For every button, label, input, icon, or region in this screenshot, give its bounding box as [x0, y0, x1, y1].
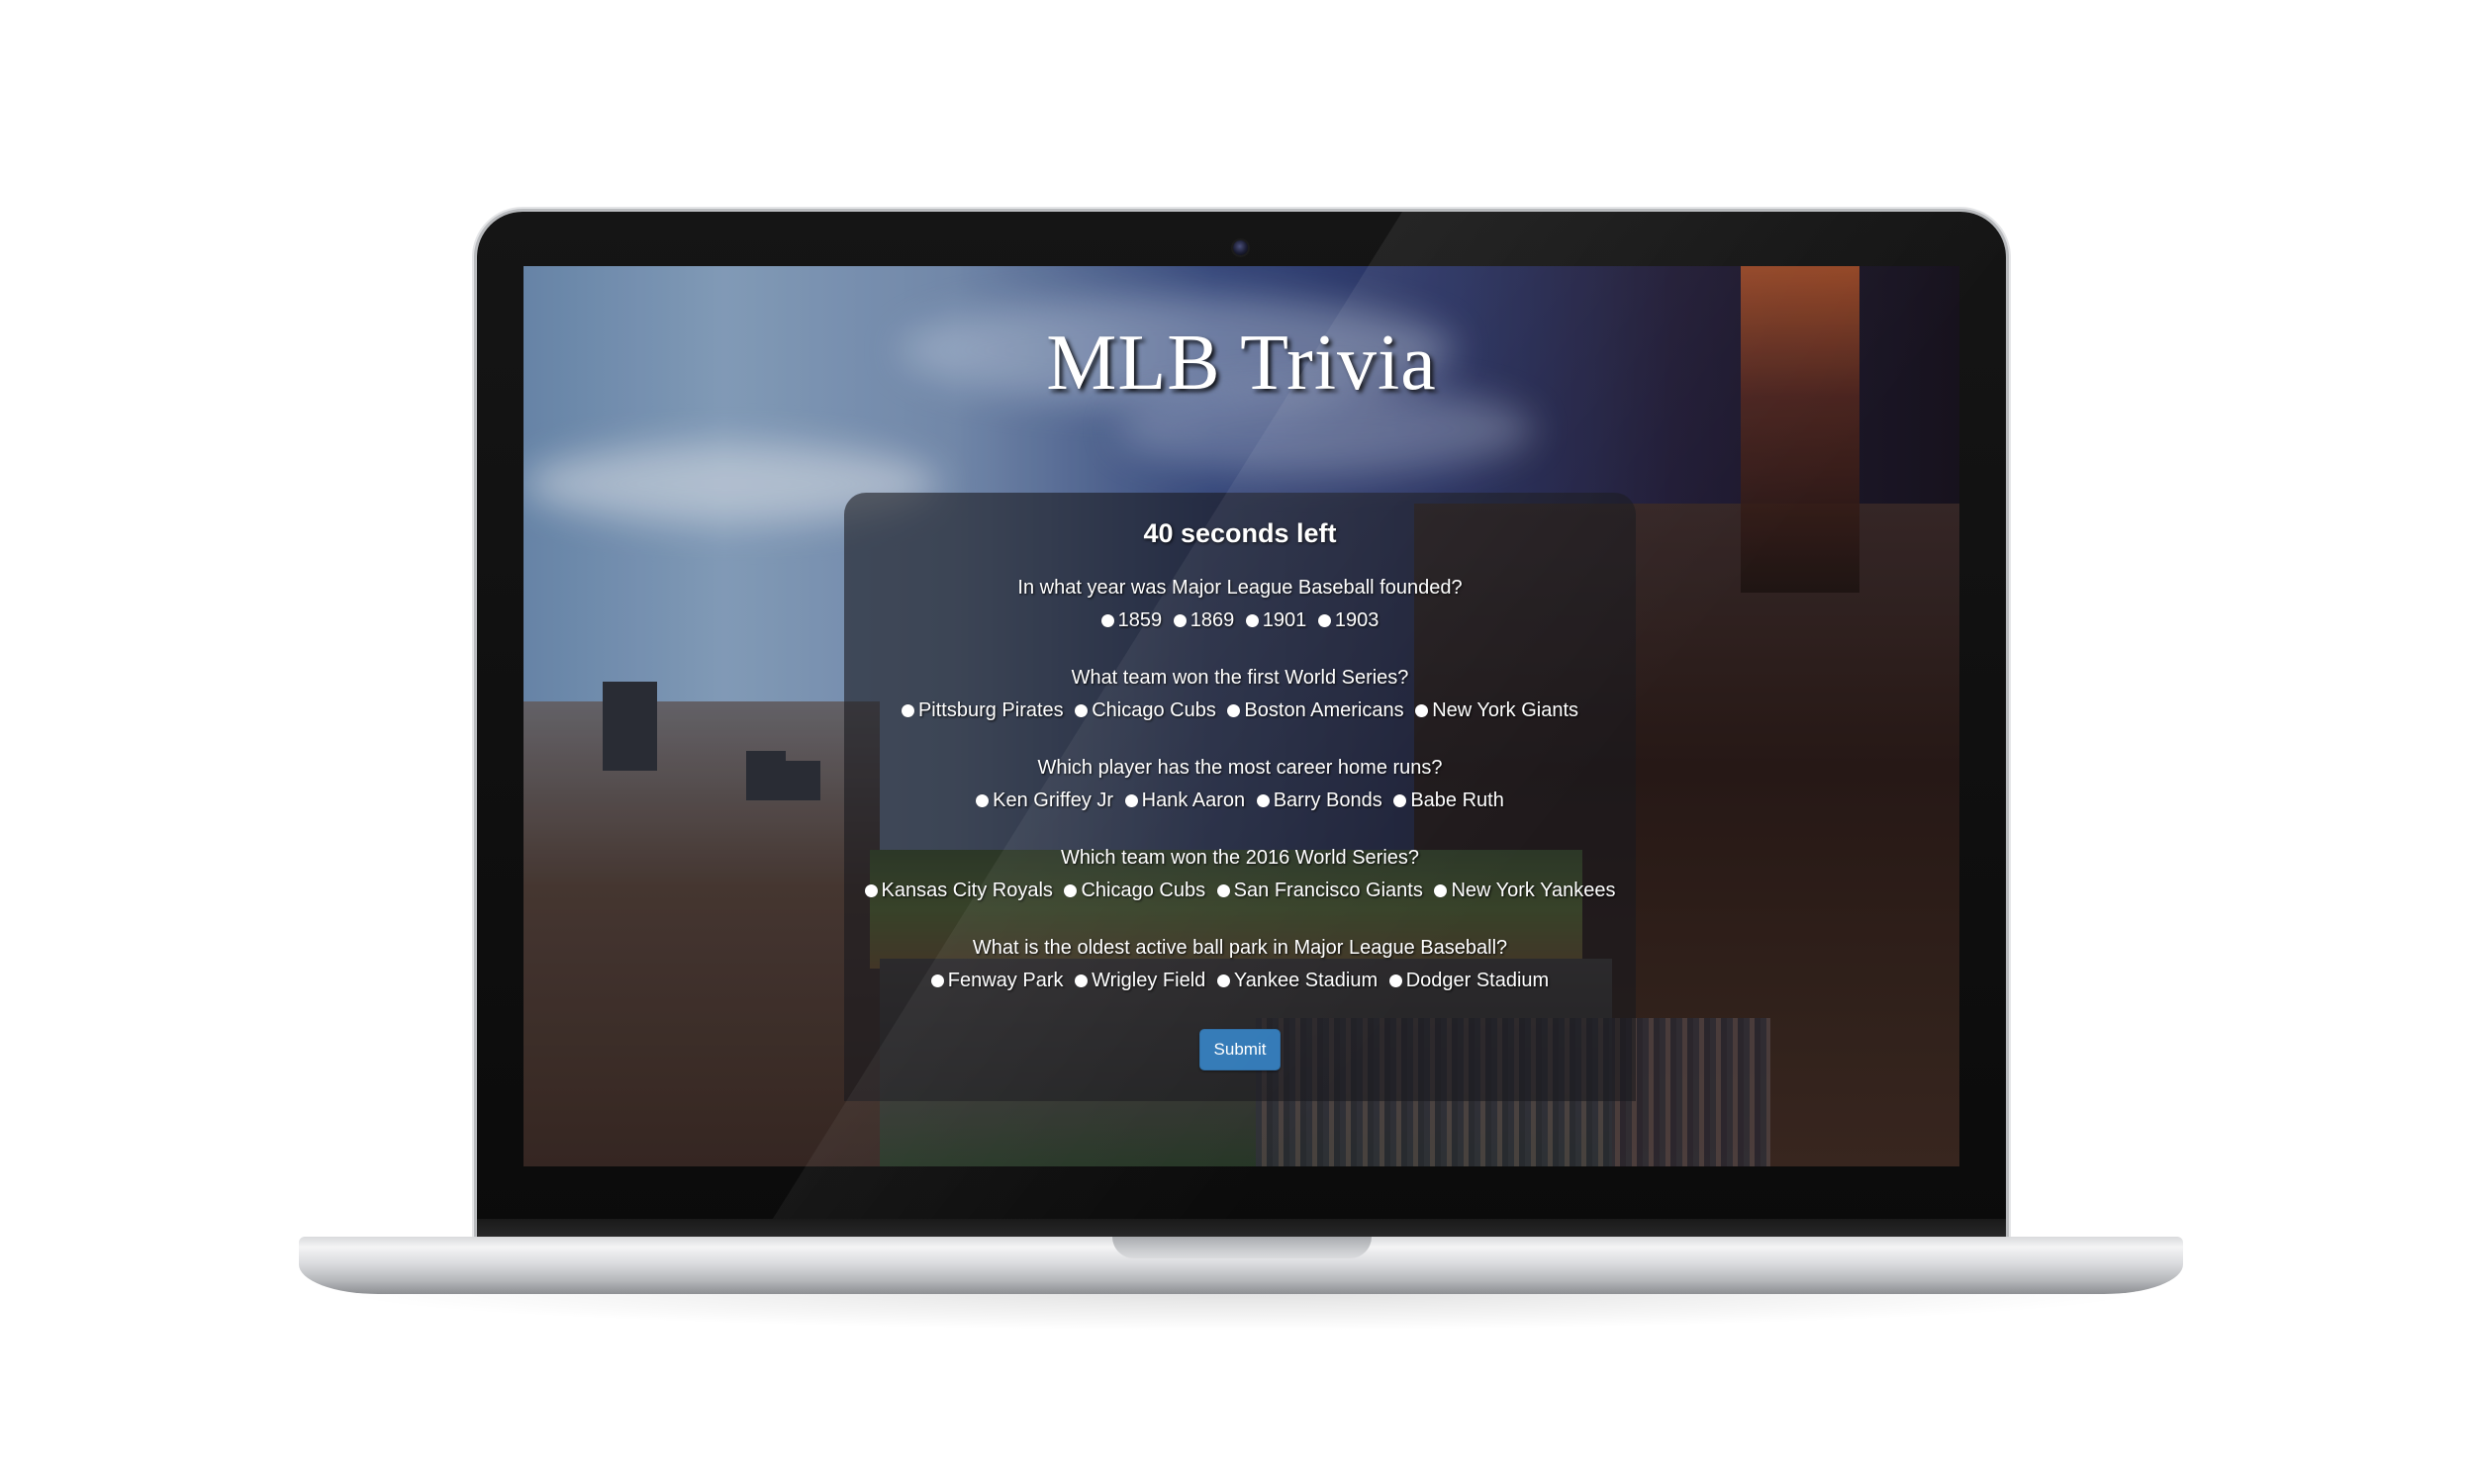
radio-button[interactable] — [1415, 703, 1429, 717]
answer-option[interactable]: 1903 — [1317, 608, 1380, 632]
option-label: New York Giants — [1432, 699, 1579, 721]
radio-button[interactable] — [864, 883, 878, 897]
option-label: Hank Aaron — [1141, 789, 1246, 811]
option-label: Yankee Stadium — [1233, 970, 1379, 991]
radio-button[interactable] — [901, 703, 914, 717]
radio-button[interactable] — [1227, 703, 1241, 717]
answer-option[interactable]: San Francisco Giants — [1216, 879, 1423, 902]
radio-button[interactable] — [976, 793, 990, 807]
question-text: What team won the first World Series? — [1071, 667, 1409, 689]
answer-option[interactable]: 1901 — [1245, 608, 1307, 632]
radio-button[interactable] — [1100, 613, 1114, 627]
question-3: Which player has the most career home ru… — [844, 755, 1636, 845]
option-label: Kansas City Royals — [881, 880, 1053, 901]
quiz-panel: 40 seconds left In what year was Major L… — [844, 493, 1636, 1101]
answer-option[interactable]: New York Yankees — [1434, 879, 1615, 902]
question-2: What team won the first World Series? Pi… — [844, 665, 1636, 755]
radio-button[interactable] — [1173, 613, 1187, 627]
webcam-icon — [1233, 240, 1248, 255]
radio-button[interactable] — [1075, 703, 1089, 717]
answer-option[interactable]: 1869 — [1173, 608, 1235, 632]
radio-button[interactable] — [1434, 883, 1448, 897]
radio-button[interactable] — [1075, 974, 1089, 987]
page-title: MLB Trivia — [1046, 320, 1437, 407]
laptop-bezel: MLB Trivia 40 seconds left In what year … — [477, 212, 2006, 1241]
question-text: In what year was Major League Baseball f… — [1017, 577, 1463, 599]
answer-option[interactable]: Yankee Stadium — [1216, 969, 1379, 992]
question-5: What is the oldest active ball park in M… — [844, 935, 1636, 1025]
radio-button[interactable] — [1388, 974, 1402, 987]
answer-option[interactable]: 1859 — [1100, 608, 1163, 632]
question-text: What is the oldest active ball park in M… — [972, 937, 1508, 959]
answer-option[interactable]: Wrigley Field — [1075, 969, 1205, 992]
option-label: San Francisco Giants — [1233, 880, 1423, 901]
radio-button[interactable] — [1216, 883, 1230, 897]
option-label: 1903 — [1334, 609, 1380, 631]
option-label: 1859 — [1117, 609, 1163, 631]
submit-button[interactable]: Submit — [1198, 1029, 1282, 1070]
question-4: Which team won the 2016 World Series? Ka… — [844, 845, 1636, 935]
option-label: Wrigley Field — [1092, 970, 1206, 991]
answer-options: 1859 1869 1901 1903 — [844, 608, 1636, 633]
question-1: In what year was Major League Baseball f… — [844, 575, 1636, 665]
answer-option[interactable]: Ken Griffey Jr — [976, 788, 1113, 812]
answer-option[interactable]: New York Giants — [1415, 698, 1578, 722]
radio-button[interactable] — [1124, 793, 1138, 807]
answer-options: Fenway Park Wrigley Field Yankee Stadium… — [844, 969, 1636, 993]
option-label: Ken Griffey Jr — [993, 789, 1114, 811]
question-text: Which team won the 2016 World Series? — [1060, 847, 1420, 869]
answer-options: Pittsburg Pirates Chicago Cubs Boston Am… — [844, 698, 1636, 723]
radio-button[interactable] — [1245, 613, 1259, 627]
trackpad-notch — [1112, 1237, 1372, 1258]
laptop-base — [299, 1237, 2183, 1294]
option-label: Chicago Cubs — [1081, 880, 1206, 901]
question-text: Which player has the most career home ru… — [1037, 757, 1443, 779]
option-label: Chicago Cubs — [1092, 699, 1216, 721]
answer-options: Ken Griffey Jr Hank Aaron Barry Bonds Ba… — [844, 788, 1636, 813]
radio-button[interactable] — [1393, 793, 1407, 807]
radio-button[interactable] — [1064, 883, 1078, 897]
answer-option[interactable]: Pittsburg Pirates — [901, 698, 1064, 722]
answer-option[interactable]: Babe Ruth — [1393, 788, 1504, 812]
option-label: 1869 — [1189, 609, 1235, 631]
laptop-screen: MLB Trivia 40 seconds left In what year … — [523, 266, 1959, 1166]
radio-button[interactable] — [1256, 793, 1270, 807]
option-label: Boston Americans — [1244, 699, 1404, 721]
answer-option[interactable]: Kansas City Royals — [864, 879, 1053, 902]
answer-option[interactable]: Hank Aaron — [1124, 788, 1246, 812]
option-label: Barry Bonds — [1273, 789, 1382, 811]
radio-button[interactable] — [1317, 613, 1331, 627]
answer-option[interactable]: Dodger Stadium — [1388, 969, 1550, 992]
question-list: In what year was Major League Baseball f… — [844, 575, 1636, 1025]
countdown-timer: 40 seconds left — [1143, 518, 1337, 548]
radio-button[interactable] — [1216, 974, 1230, 987]
radio-button[interactable] — [930, 974, 944, 987]
option-label: 1901 — [1262, 609, 1307, 631]
option-label: Babe Ruth — [1410, 789, 1504, 811]
laptop-shadow — [327, 1291, 2157, 1331]
answer-options: Kansas City Royals Chicago Cubs San Fran… — [844, 879, 1636, 903]
option-label: New York Yankees — [1451, 880, 1616, 901]
answer-option[interactable]: Fenway Park — [930, 969, 1064, 992]
answer-option[interactable]: Barry Bonds — [1256, 788, 1382, 812]
option-label: Dodger Stadium — [1405, 970, 1550, 991]
answer-option[interactable]: Boston Americans — [1227, 698, 1404, 722]
option-label: Fenway Park — [947, 970, 1064, 991]
answer-option[interactable]: Chicago Cubs — [1064, 879, 1205, 902]
answer-option[interactable]: Chicago Cubs — [1075, 698, 1216, 722]
option-label: Pittsburg Pirates — [917, 699, 1064, 721]
